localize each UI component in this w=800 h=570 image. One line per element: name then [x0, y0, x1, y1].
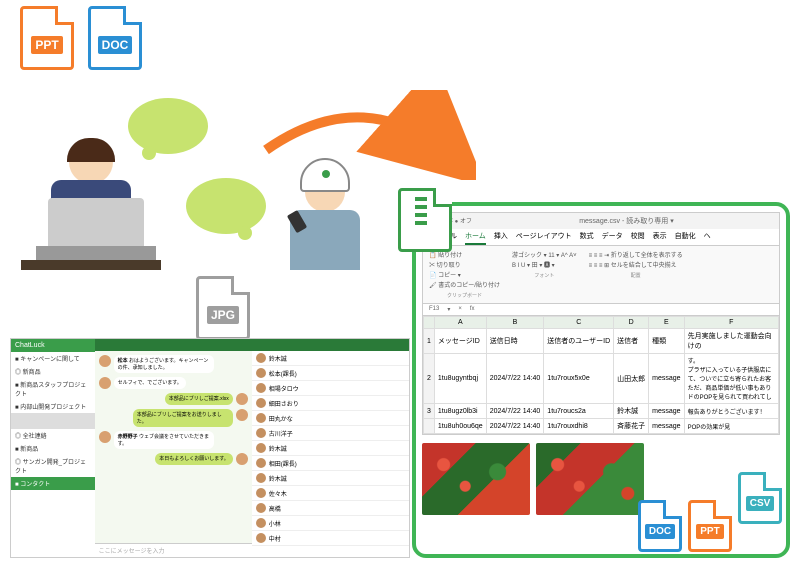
doc-file-icon: DOC — [88, 6, 142, 70]
ribbon-tab[interactable]: 挿入 — [494, 229, 508, 245]
chat-input[interactable]: ここにメッセージを入力 — [95, 543, 252, 557]
contact-row[interactable]: 松本(課長) — [252, 366, 409, 381]
arrow-icon — [256, 90, 476, 180]
ribbon-tab[interactable]: ヘ — [704, 229, 711, 245]
chat-app-screenshot: ChatLuck ■ キャンペーンに関して◎ 新商品■ 新商品スタッフプロジェク… — [10, 338, 410, 558]
table-row[interactable]: 1tu8uh0ou6qe2024/7/22 14:401tu7rouxdhi8斉… — [424, 419, 779, 434]
contact-row[interactable]: 佐々木 — [252, 486, 409, 501]
contact-row[interactable]: 鈴木誠 — [252, 441, 409, 456]
contact-row[interactable]: 高橋 — [252, 501, 409, 516]
sidebar-item[interactable]: ◎ サンガン開発_プロジェクト — [11, 455, 95, 477]
ribbon-tab[interactable]: 数式 — [580, 229, 594, 245]
table-row[interactable]: 1メッセージID送信日時送信者のユーザーID送信者種類先月実施しました運動会向け… — [424, 329, 779, 354]
ribbon-tab[interactable]: 校閲 — [631, 229, 645, 245]
sidebar-item[interactable]: ■ 新商品 — [11, 442, 95, 455]
table-row[interactable]: 31tu8ugz0lb3i2024/7/22 14:401tu7roucs2a鈴… — [424, 404, 779, 419]
contact-row[interactable]: 鈴木誠 — [252, 471, 409, 486]
excel-window: 自動保存 ● オフ message.csv - 読み取り専用 ▾ ファイルホーム… — [422, 212, 780, 435]
contact-row[interactable]: 鈴木誠 — [252, 351, 409, 366]
chat-message: 本部品にブリしご提案をお送りしました。 — [99, 409, 248, 427]
ribbon-tab[interactable]: ページレイアウト — [516, 229, 572, 245]
ppt-file-icon: PPT — [20, 6, 74, 70]
ribbon-tabs[interactable]: ファイルホーム挿入ページレイアウト数式データ校閲表示自動化ヘ — [423, 229, 779, 246]
contact-row[interactable]: 古川洋子 — [252, 426, 409, 441]
vegetable-photo — [536, 443, 644, 515]
chat-app-title: ChatLuck — [11, 339, 95, 352]
sidebar-item[interactable]: ■ 新商品スタッフプロジェクト — [11, 378, 95, 400]
contact-row[interactable]: 田丸かな — [252, 411, 409, 426]
top-file-icons: PPT DOC — [20, 6, 142, 70]
chat-message: 松本 おはようございます。キャンペーンの件、承知しました。 — [99, 355, 248, 373]
vegetable-photo — [422, 443, 530, 515]
jpg-file-icon: JPG — [196, 276, 250, 340]
sidebar-item[interactable]: ◎ 新商品 — [11, 365, 95, 378]
contact-row[interactable]: 相場タロウ — [252, 381, 409, 396]
zip-file-icon — [398, 188, 452, 252]
ribbon[interactable]: 📋 貼り付け ✂ 切り取り 📄 コピー ▾ 🖌 書式のコピー/貼り付け クリップ… — [423, 246, 779, 304]
table-row[interactable]: 21tu8ugyntbqj2024/7/22 14:401tu7roux5x0e… — [424, 354, 779, 404]
sidebar-item[interactable]: ■ 内部山開発プロジェクト — [11, 400, 95, 413]
speech-bubble-icon — [186, 178, 266, 234]
ribbon-tab[interactable]: ホーム — [465, 229, 486, 245]
sidebar-item: ■ コンタクト — [11, 477, 95, 490]
contact-row[interactable]: 中村 — [252, 531, 409, 546]
chat-message: セルフィで、でございます。 — [99, 377, 248, 389]
contact-row[interactable]: 小林 — [252, 516, 409, 531]
chat-message: 本日もよろしくお願いします。 — [99, 453, 248, 465]
sidebar-item[interactable]: ■ キャンペーンに関して — [11, 352, 95, 365]
ppt-file-icon: PPT — [688, 500, 732, 552]
businessman-illustration — [36, 140, 146, 270]
contact-row[interactable]: 相田(課長) — [252, 456, 409, 471]
chat-message: 赤野野子 ウェブ会議をさせていただきます。 — [99, 431, 248, 449]
ribbon-tab[interactable]: データ — [602, 229, 623, 245]
spreadsheet-grid[interactable]: ABCDEF 1メッセージID送信日時送信者のユーザーID送信者種類先月実施しま… — [423, 316, 779, 434]
contact-row[interactable]: 細田さおり — [252, 396, 409, 411]
chat-message: 本部品にブリしご提案.xlsx — [99, 393, 248, 405]
excel-export-panel: 自動保存 ● オフ message.csv - 読み取り専用 ▾ ファイルホーム… — [412, 202, 790, 558]
ribbon-tab[interactable]: 表示 — [653, 229, 667, 245]
sidebar-item[interactable]: ◎ 全社連絡 — [11, 429, 95, 442]
export-file-icons: DOC PPT CSV — [638, 500, 782, 552]
ribbon-tab[interactable]: 自動化 — [675, 229, 696, 245]
csv-file-icon: CSV — [738, 472, 782, 524]
doc-file-icon: DOC — [638, 500, 682, 552]
